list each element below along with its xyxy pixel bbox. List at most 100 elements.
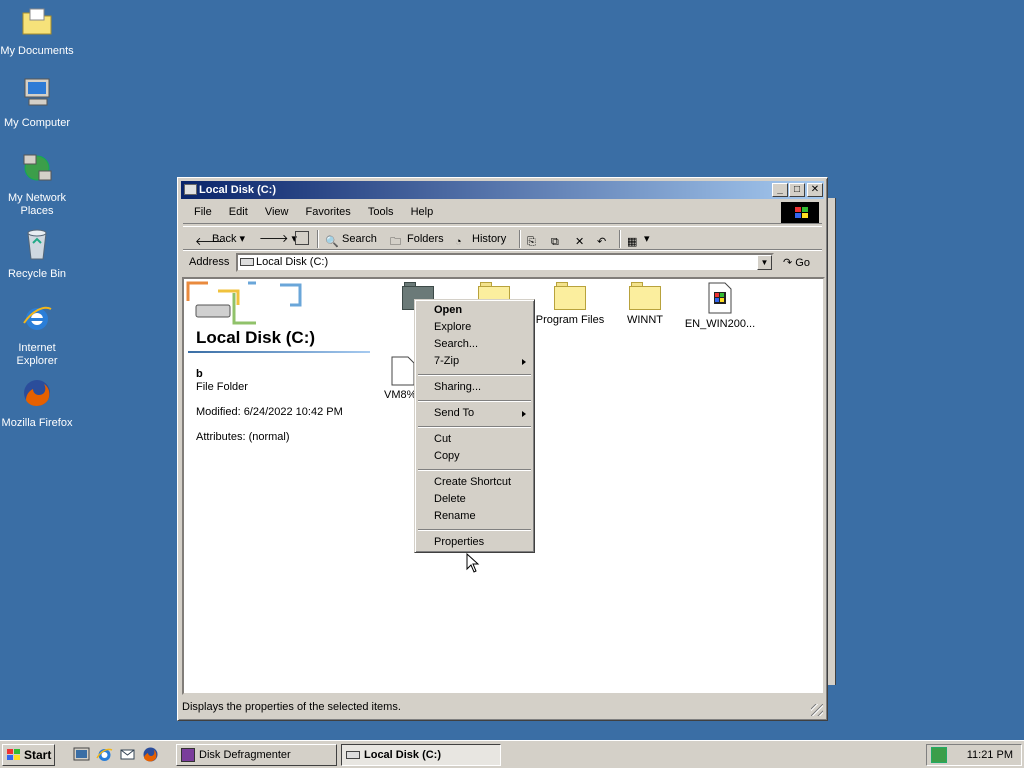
menu-item-cut[interactable]: Cut bbox=[417, 431, 532, 448]
desktop-icon-label: My Computer bbox=[3, 117, 71, 129]
menu-separator bbox=[417, 422, 532, 431]
menu-item-delete[interactable]: Delete bbox=[417, 491, 532, 508]
menu-item-create-shortcut[interactable]: Create Shortcut bbox=[417, 474, 532, 491]
delete-x-icon: ✕ bbox=[575, 236, 585, 248]
back-button[interactable]: 🡐Back ▾ bbox=[195, 230, 245, 248]
outlook-express-icon[interactable] bbox=[119, 746, 136, 763]
title-bar[interactable]: Local Disk (C:) _ □ ✕ bbox=[181, 181, 824, 199]
desktop-icon-recycle-bin[interactable]: Recycle Bin bbox=[0, 227, 74, 281]
history-button[interactable]: ◔ History bbox=[455, 230, 506, 248]
menu-item-copy[interactable]: Copy bbox=[417, 448, 532, 465]
menu-item-open[interactable]: Open bbox=[417, 302, 532, 319]
desktop-icon-my-documents[interactable]: My Documents bbox=[0, 4, 74, 58]
views-button[interactable]: ▦ ▾ bbox=[627, 230, 650, 248]
menu-item-properties[interactable]: Properties bbox=[417, 534, 532, 551]
move-to-button[interactable]: ⎘ bbox=[527, 230, 544, 248]
drive-banner-icon bbox=[186, 281, 302, 325]
internet-explorer-icon[interactable] bbox=[96, 746, 113, 763]
selected-item-attributes: Attributes: (normal) bbox=[196, 431, 290, 443]
menu-separator bbox=[417, 370, 532, 379]
menu-file[interactable]: File bbox=[187, 202, 219, 222]
taskbar-button-local-disk[interactable]: Local Disk (C:) bbox=[341, 744, 501, 766]
menu-item-send-to[interactable]: Send To bbox=[417, 405, 532, 422]
menu-item-explore[interactable]: Explore bbox=[417, 319, 532, 336]
undo-icon: ↶ bbox=[597, 236, 607, 248]
submenu-arrow-icon bbox=[522, 411, 526, 417]
windows-logo-icon bbox=[781, 202, 819, 223]
address-bar: Address Local Disk (C:) ▼ ↷ Go bbox=[183, 250, 822, 274]
menu-help[interactable]: Help bbox=[404, 202, 441, 222]
firefox-icon bbox=[24, 380, 50, 407]
file-item-label: Program Files bbox=[535, 314, 605, 326]
menu-favorites[interactable]: Favorites bbox=[299, 202, 358, 222]
webview-title: Local Disk (C:) bbox=[196, 328, 316, 347]
close-button[interactable]: ✕ bbox=[807, 183, 823, 197]
show-desktop-icon[interactable] bbox=[73, 746, 90, 763]
taskbar-button-disk-defragmenter[interactable]: Disk Defragmenter bbox=[176, 744, 337, 766]
menu-item-7zip[interactable]: 7-Zip bbox=[417, 353, 532, 370]
address-field[interactable]: Local Disk (C:) ▼ bbox=[236, 253, 774, 272]
internet-explorer-icon bbox=[23, 306, 52, 330]
resize-grip[interactable] bbox=[811, 704, 823, 716]
network-tray-icon[interactable] bbox=[931, 747, 947, 763]
file-icon bbox=[391, 356, 415, 386]
desktop-icon-my-computer[interactable]: My Computer bbox=[0, 76, 74, 130]
delete-button[interactable]: ✕ bbox=[575, 230, 592, 248]
copy-to-button[interactable]: ⧉ bbox=[551, 230, 568, 248]
desktop-icon-internet-explorer[interactable]: Internet Explorer bbox=[0, 301, 74, 368]
menu-tools[interactable]: Tools bbox=[361, 202, 401, 222]
file-item-program-files[interactable]: Program Files bbox=[531, 282, 609, 326]
computer-icon bbox=[24, 78, 50, 106]
desktop-icon-firefox[interactable]: Mozilla Firefox bbox=[0, 376, 74, 430]
menu-item-rename[interactable]: Rename bbox=[417, 508, 532, 525]
network-icon bbox=[23, 154, 52, 181]
menu-view[interactable]: View bbox=[258, 202, 296, 222]
toolbar-separator bbox=[619, 230, 621, 248]
go-button[interactable]: ↷ Go bbox=[783, 254, 810, 272]
file-item-winnt[interactable]: WINNT bbox=[606, 282, 684, 326]
copy-to-icon: ⧉ bbox=[551, 236, 559, 248]
clock[interactable]: 11:21 PM bbox=[967, 745, 1013, 765]
folders-button[interactable]: 🗀 Folders bbox=[390, 230, 444, 248]
file-item-label: WINNT bbox=[626, 314, 664, 326]
desktop-icon-label: Recycle Bin bbox=[7, 268, 67, 280]
folder-icon bbox=[554, 282, 586, 310]
folder-icon bbox=[629, 282, 661, 310]
menu-item-sharing[interactable]: Sharing... bbox=[417, 379, 532, 396]
desktop-icon-label: My Documents bbox=[0, 45, 74, 57]
address-label: Address bbox=[189, 256, 230, 268]
desktop-icon-label: Mozilla Firefox bbox=[1, 417, 73, 429]
history-icon: ◔ bbox=[455, 236, 462, 248]
menu-bar: File Edit View Favorites Tools Help bbox=[183, 202, 822, 224]
window-title: Local Disk (C:) bbox=[199, 184, 277, 196]
maximize-button[interactable]: □ bbox=[789, 183, 805, 197]
minimize-button[interactable]: _ bbox=[772, 183, 788, 197]
defrag-icon bbox=[181, 748, 195, 762]
menu-item-search[interactable]: Search... bbox=[417, 336, 532, 353]
drive-icon bbox=[240, 258, 254, 266]
toolbar-separator bbox=[519, 230, 521, 248]
file-item-en-win2000[interactable]: EN_WIN200... bbox=[681, 282, 759, 330]
address-dropdown-button[interactable]: ▼ bbox=[757, 255, 772, 270]
start-button[interactable]: Start bbox=[2, 744, 55, 766]
webview-divider bbox=[188, 351, 370, 353]
desktop-icon-label: Internet Explorer bbox=[16, 342, 58, 367]
recycle-bin-icon bbox=[27, 229, 47, 260]
mouse-cursor-icon bbox=[466, 553, 480, 573]
go-arrow-icon: ↷ bbox=[783, 257, 793, 269]
status-bar: Displays the properties of the selected … bbox=[182, 698, 825, 718]
file-item-label: EN_WIN200... bbox=[684, 318, 756, 330]
undo-button[interactable]: ↶ bbox=[597, 230, 614, 248]
submenu-arrow-icon bbox=[522, 359, 526, 365]
selected-item-type: File Folder bbox=[196, 381, 248, 393]
desktop-icon-network[interactable]: My Network Places bbox=[0, 151, 74, 218]
status-text: Displays the properties of the selected … bbox=[182, 701, 401, 713]
views-icon: ▦ bbox=[627, 236, 638, 248]
forward-button[interactable]: 🡒 ▾ bbox=[259, 230, 297, 248]
firefox-icon[interactable] bbox=[142, 746, 159, 763]
up-folder-button[interactable] bbox=[295, 230, 312, 248]
menu-edit[interactable]: Edit bbox=[222, 202, 255, 222]
selected-item-modified: Modified: 6/24/2022 10:42 PM bbox=[196, 406, 343, 418]
search-button[interactable]: 🔍 Search bbox=[325, 230, 377, 248]
taskbar: Start Disk Defragmenter Local Disk (C:) … bbox=[0, 740, 1024, 768]
